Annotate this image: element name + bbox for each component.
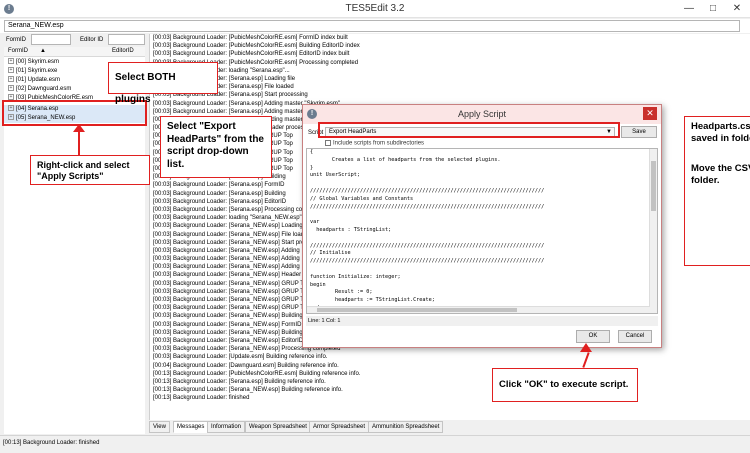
code-lines: { Creates a list of headparts from the s… — [307, 149, 657, 313]
scroll-thumb[interactable] — [317, 308, 517, 312]
active-file-field[interactable]: Serana_NEW.esp — [4, 20, 740, 32]
code-line: begin — [310, 281, 326, 288]
tab-messages[interactable]: Messages — [173, 421, 209, 433]
status-text: [00:13] Background Loader: finished — [3, 440, 100, 446]
search-row: FormID Editor ID — [4, 34, 145, 47]
ok-button[interactable]: OK — [576, 330, 610, 343]
apply-script-dialog: ! Apply Script ✕ Script Export HeadParts… — [302, 104, 662, 348]
dialog-close-button[interactable]: ✕ — [643, 107, 657, 120]
code-line: { — [310, 149, 314, 155]
code-line: } — [310, 164, 314, 171]
plugin-name: [00] Skyrim.esm — [16, 59, 60, 65]
log-line: [00:03] Background Loader: [Update.esm] … — [153, 354, 328, 361]
script-code-editor[interactable]: { Creates a list of headparts from the s… — [306, 148, 658, 314]
close-button[interactable]: ✕ — [726, 1, 748, 16]
expand-icon[interactable]: + — [8, 85, 14, 92]
log-line: [00:03] Background Loader: [Serana.esp] … — [153, 75, 296, 82]
select-both-callout: Select BOTH plugins — [108, 62, 218, 105]
code-line: var — [310, 219, 320, 226]
window-titlebar: ! TES5Edit 3.2 — □ ✕ — [0, 0, 750, 18]
editorid-search-input[interactable] — [108, 34, 145, 45]
include-subdirs-checkbox[interactable] — [325, 140, 331, 146]
log-line: [00:03] Background Loader: [PubicMeshCol… — [153, 51, 350, 58]
plugin-name: [02] Dawnguard.esm — [16, 86, 72, 92]
tab-weapon-spreadsheet[interactable]: Weapon Spreadsheet — [245, 421, 311, 433]
window-title: TES5Edit 3.2 — [345, 3, 405, 14]
tab-ammunition-spreadsheet[interactable]: Ammunition Spreadsheet — [368, 421, 444, 433]
log-line: [00:13] Background Loader: [Serana.esp] … — [153, 378, 326, 385]
editor-horizontal-scrollbar[interactable] — [307, 306, 650, 313]
editor-vertical-scrollbar[interactable] — [649, 149, 657, 313]
arrow-up-icon — [580, 343, 592, 352]
right-instructions-callout: Headparts.csv and saved in folder. Move … — [684, 116, 750, 266]
tree-column-header: FormID ▲ EditorID — [4, 47, 145, 57]
log-line: [00:03] Background Loader: [Serana.esp] … — [153, 84, 294, 91]
log-line: [00:04] Background Loader: [Dawnguard.es… — [153, 362, 339, 369]
export-headparts-callout: Select "Export HeadParts" from the scrip… — [160, 116, 272, 178]
log-line: [00:03] Background Loader: [Serana.esp] … — [153, 92, 308, 99]
maximize-button[interactable]: □ — [702, 1, 724, 16]
code-line: headparts := TStringList.Create; — [310, 297, 435, 304]
log-line: [00:13] Background Loader: [Serana_NEW.e… — [153, 387, 343, 394]
code-line: unit UserScript; — [310, 172, 360, 179]
formid-search-label: FormID — [6, 37, 26, 43]
formid-search-input[interactable] — [31, 34, 71, 45]
code-line: Creates a list of headparts from the sel… — [310, 156, 501, 163]
right-click-callout: Right-click and select "Apply Scripts" — [30, 155, 150, 185]
script-dropdown-highlight-box — [318, 122, 620, 138]
right-note-2: Move the CSV Main folder. — [691, 162, 750, 186]
expand-icon[interactable]: + — [8, 58, 14, 65]
code-line: ////////////////////////////////////////… — [310, 203, 545, 210]
arrow-line — [78, 128, 80, 155]
right-note-1: Headparts.csv and saved in folder. — [691, 121, 750, 144]
code-line: // Initialise — [310, 250, 351, 257]
tab-armor-spreadsheet[interactable]: Armor Spreadsheet — [309, 421, 370, 433]
minimize-button[interactable]: — — [678, 1, 700, 16]
dialog-title: Apply Script — [457, 109, 507, 119]
arrow-up-icon — [73, 124, 85, 132]
plugin-name: [01] Update.esm — [16, 77, 61, 83]
tab-view[interactable]: View — [149, 421, 170, 433]
code-line: Result := 0; — [310, 289, 373, 296]
log-line: [00:13] Background Loader: finished — [153, 395, 250, 402]
column-formid[interactable]: FormID — [8, 48, 28, 54]
code-line: headparts : TStringList; — [310, 226, 392, 233]
code-line: ////////////////////////////////////////… — [310, 187, 545, 194]
code-line: ////////////////////////////////////////… — [310, 242, 545, 249]
code-line: ////////////////////////////////////////… — [310, 258, 545, 265]
status-bar: [00:13] Background Loader: finished — [0, 435, 750, 453]
file-bar: Serana_NEW.esp — [0, 19, 750, 33]
plugin-name: [01] Skyrim.exe — [16, 68, 58, 74]
expand-icon[interactable]: + — [8, 67, 14, 74]
include-subdirs-option[interactable]: Include scripts from subdirectories — [325, 140, 424, 147]
column-editorid[interactable]: EditorID — [112, 48, 134, 54]
cursor-position-status: Line: 1 Col: 1 — [306, 316, 658, 326]
expand-icon[interactable]: + — [8, 76, 14, 83]
click-ok-callout: Click "OK" to execute script. — [492, 368, 638, 402]
log-line: [00:03] Background Loader: loading "Sera… — [153, 67, 290, 74]
log-line: [00:03] Background Loader: [PubicMeshCol… — [153, 59, 359, 66]
log-line: [00:03] Background Loader: [PubicMeshCol… — [153, 35, 348, 41]
include-subdirs-label: Include scripts from subdirectories — [333, 140, 425, 147]
editorid-search-label: Editor ID — [80, 37, 104, 43]
log-line: [00:03] Background Loader: [PubicMeshCol… — [153, 43, 360, 50]
cancel-button[interactable]: Cancel — [618, 330, 652, 343]
scroll-thumb[interactable] — [651, 161, 656, 211]
code-line: // Global Variables and Constants — [310, 195, 414, 202]
save-button[interactable]: Save — [621, 126, 657, 138]
sort-arrow-icon: ▲ — [40, 48, 46, 54]
log-line: [00:13] Background Loader: [PubicMeshCol… — [153, 370, 361, 377]
tab-information[interactable]: Information — [207, 421, 246, 433]
code-line: function Initialize: integer; — [310, 273, 401, 280]
